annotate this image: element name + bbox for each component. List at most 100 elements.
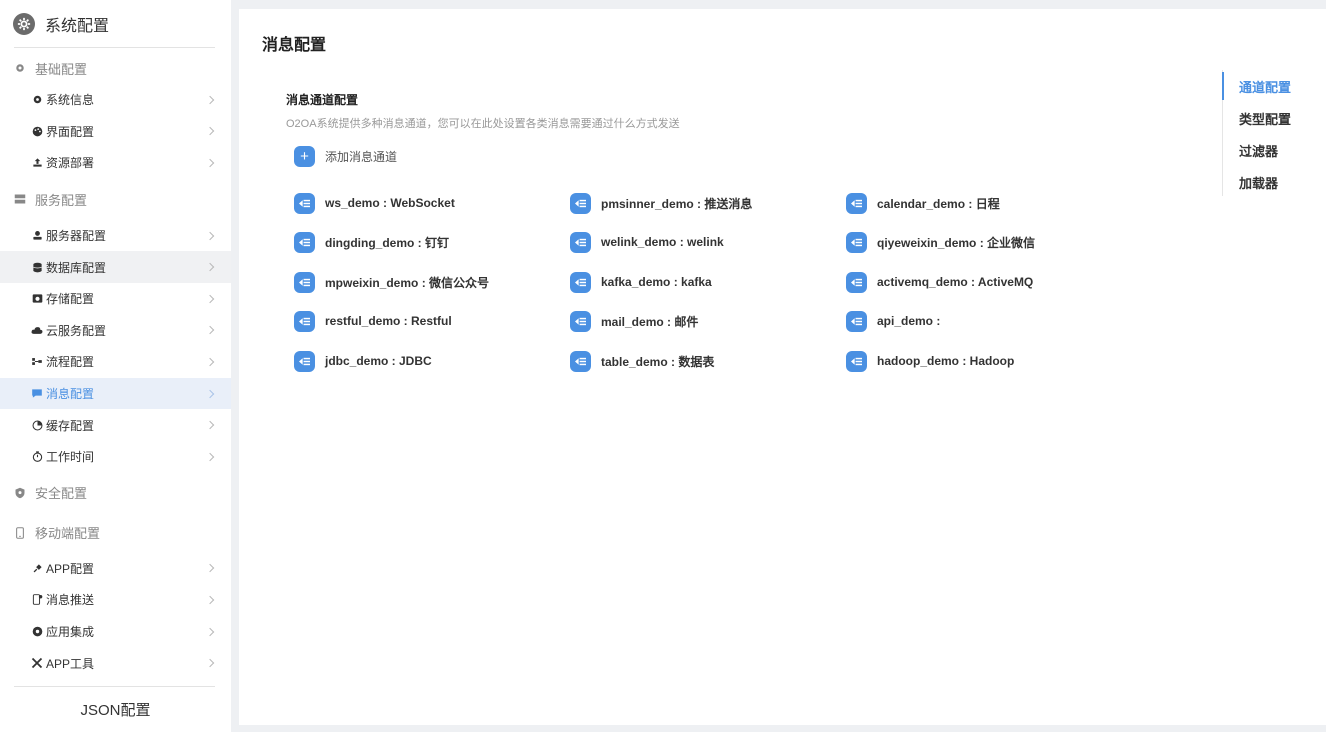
- sidebar-item-label: 消息推送: [46, 593, 95, 608]
- channel-item[interactable]: table_demo : 数据表: [570, 350, 714, 372]
- sidebar-item-work-time[interactable]: 工作时间: [0, 441, 231, 473]
- channel-icon: [846, 192, 867, 214]
- channel-label: welink_demo : welink: [601, 235, 724, 249]
- sidebar-item-resource-deploy[interactable]: 资源部署: [0, 147, 231, 179]
- sidebar-item-storage-config[interactable]: 存储配置: [0, 283, 231, 315]
- channel-icon: [846, 310, 867, 332]
- sidebar-group-basic[interactable]: 基础配置: [0, 52, 231, 84]
- sidebar-item-flow-config[interactable]: 流程配置: [0, 346, 231, 378]
- channel-icon: [570, 310, 591, 332]
- palette-icon: [31, 125, 43, 137]
- channel-item[interactable]: pmsinner_demo : 推送消息: [570, 192, 752, 214]
- sidebar-item-label: 系统信息: [46, 93, 95, 108]
- chevron-right-icon: [205, 627, 215, 636]
- channel-icon: [570, 192, 591, 214]
- channel-item[interactable]: calendar_demo : 日程: [846, 192, 1000, 214]
- channel-item[interactable]: mpweixin_demo : 微信公众号: [294, 271, 489, 293]
- sidebar-item-app-integration[interactable]: 应用集成: [0, 616, 231, 648]
- tools-icon: [31, 657, 43, 669]
- sidebar-item-cache-config[interactable]: 缓存配置: [0, 409, 231, 441]
- sidebar-item-app-config[interactable]: APP配置: [0, 553, 231, 585]
- sidebar-item-cloud-config[interactable]: 云服务配置: [0, 315, 231, 347]
- channel-icon: [294, 231, 315, 253]
- chevron-right-icon: [205, 294, 215, 304]
- channel-item[interactable]: jdbc_demo : JDBC: [294, 350, 432, 372]
- channel-label: mpweixin_demo : 微信公众号: [325, 275, 490, 290]
- sidebar-item-app-tools[interactable]: APP工具: [0, 647, 231, 679]
- sidebar-item-server-config[interactable]: 服务器配置: [0, 220, 231, 252]
- channel-icon: [294, 310, 315, 332]
- channel-label: pmsinner_demo : 推送消息: [601, 196, 753, 211]
- json-config-button[interactable]: JSON配置: [0, 687, 231, 732]
- right-nav-channel-config[interactable]: 通道配置: [1222, 70, 1326, 102]
- sidebar-item-label: 缓存配置: [46, 418, 95, 433]
- chevron-right-icon: [205, 389, 215, 398]
- flow-icon: [31, 356, 43, 368]
- channel-icon: [570, 271, 591, 293]
- sidebar-item-label: 应用集成: [46, 625, 95, 640]
- sidebar-item-message-push[interactable]: 消息推送: [0, 584, 231, 616]
- sidebar: 系统配置 基础配置 系统信息 界面配置 资源部署 服务配置 服务器配置 数据库配…: [0, 0, 231, 732]
- channel-item[interactable]: restful_demo : Restful: [294, 310, 452, 332]
- channel-label: kafka_demo : kafka: [601, 275, 712, 289]
- chevron-right-icon: [205, 420, 215, 430]
- storage-icon: [31, 293, 43, 305]
- channel-label: table_demo : 数据表: [601, 354, 715, 369]
- channel-label: ws_demo : WebSocket: [325, 196, 455, 210]
- section-description: O2OA系统提供多种消息通道，您可以在此处设置各类消息需要通过什么方式发送: [286, 118, 680, 130]
- sidebar-item-message-config[interactable]: 消息配置: [0, 377, 231, 410]
- channel-label: qiyeweixin_demo : 企业微信: [877, 235, 1036, 250]
- channel-item[interactable]: welink_demo : welink: [570, 231, 724, 253]
- right-nav-type-config[interactable]: 类型配置: [1223, 102, 1326, 134]
- pie-icon: [31, 419, 43, 431]
- channel-item[interactable]: dingding_demo : 钉钉: [294, 231, 449, 253]
- chevron-right-icon: [205, 127, 215, 136]
- sidebar-item-label: 资源部署: [46, 156, 95, 171]
- chevron-right-icon: [205, 564, 215, 573]
- sidebar-item-ui-config[interactable]: 界面配置: [0, 116, 231, 148]
- channel-icon: [570, 350, 591, 372]
- channel-icon: [294, 271, 315, 293]
- add-channel-label: 添加消息通道: [325, 150, 398, 164]
- add-channel-button[interactable]: + 添加消息通道: [294, 146, 397, 167]
- section-title: 消息通道配置: [286, 93, 359, 107]
- plus-icon: +: [294, 146, 315, 167]
- gear-icon: [14, 62, 26, 74]
- channel-item[interactable]: qiyeweixin_demo : 企业微信: [846, 231, 1035, 253]
- channel-icon: [294, 350, 315, 372]
- channel-label: calendar_demo : 日程: [877, 196, 1000, 211]
- sidebar-group-label: 服务配置: [35, 192, 88, 208]
- sidebar-group-security[interactable]: 安全配置: [0, 473, 231, 513]
- channel-item[interactable]: kafka_demo : kafka: [570, 271, 712, 293]
- channel-item[interactable]: mail_demo : 邮件: [570, 310, 698, 332]
- sidebar-item-label: 云服务配置: [46, 323, 107, 338]
- sidebar-title: 系统配置: [45, 18, 110, 35]
- right-nav: 通道配置 类型配置 过滤器 加载器: [1222, 70, 1326, 196]
- channel-item[interactable]: activemq_demo : ActiveMQ: [846, 271, 1033, 293]
- channel-item[interactable]: hadoop_demo : Hadoop: [846, 350, 1014, 372]
- chevron-right-icon: [205, 595, 215, 605]
- right-nav-filter[interactable]: 过滤器: [1223, 134, 1326, 166]
- page-title: 消息配置: [262, 37, 327, 54]
- upload-icon: [31, 157, 43, 169]
- sidebar-group-label: 移动端配置: [35, 526, 101, 542]
- server-icon: [14, 193, 26, 205]
- main-panel: 消息配置 消息通道配置 O2OA系统提供多种消息通道，您可以在此处设置各类消息需…: [239, 9, 1326, 725]
- chevron-right-icon: [205, 262, 215, 272]
- right-nav-loader[interactable]: 加载器: [1223, 166, 1326, 198]
- channel-icon: [846, 271, 867, 293]
- channel-label: restful_demo : Restful: [325, 314, 452, 328]
- channel-item[interactable]: ws_demo : WebSocket: [294, 192, 455, 214]
- channel-item[interactable]: api_demo :: [846, 310, 940, 332]
- chevron-right-icon: [205, 658, 215, 668]
- gear-icon: [31, 94, 43, 106]
- sidebar-group-mobile[interactable]: 移动端配置: [0, 513, 231, 553]
- channel-label: activemq_demo : ActiveMQ: [877, 275, 1034, 289]
- channel-label: hadoop_demo : Hadoop: [877, 354, 1015, 368]
- sidebar-item-database-config[interactable]: 数据库配置: [0, 251, 231, 283]
- cloud-icon: [31, 324, 43, 336]
- sidebar-group-service[interactable]: 服务配置: [0, 179, 231, 220]
- sidebar-group-label: 安全配置: [35, 486, 88, 502]
- channel-label: mail_demo : 邮件: [601, 314, 699, 329]
- sidebar-item-system-info[interactable]: 系统信息: [0, 84, 231, 116]
